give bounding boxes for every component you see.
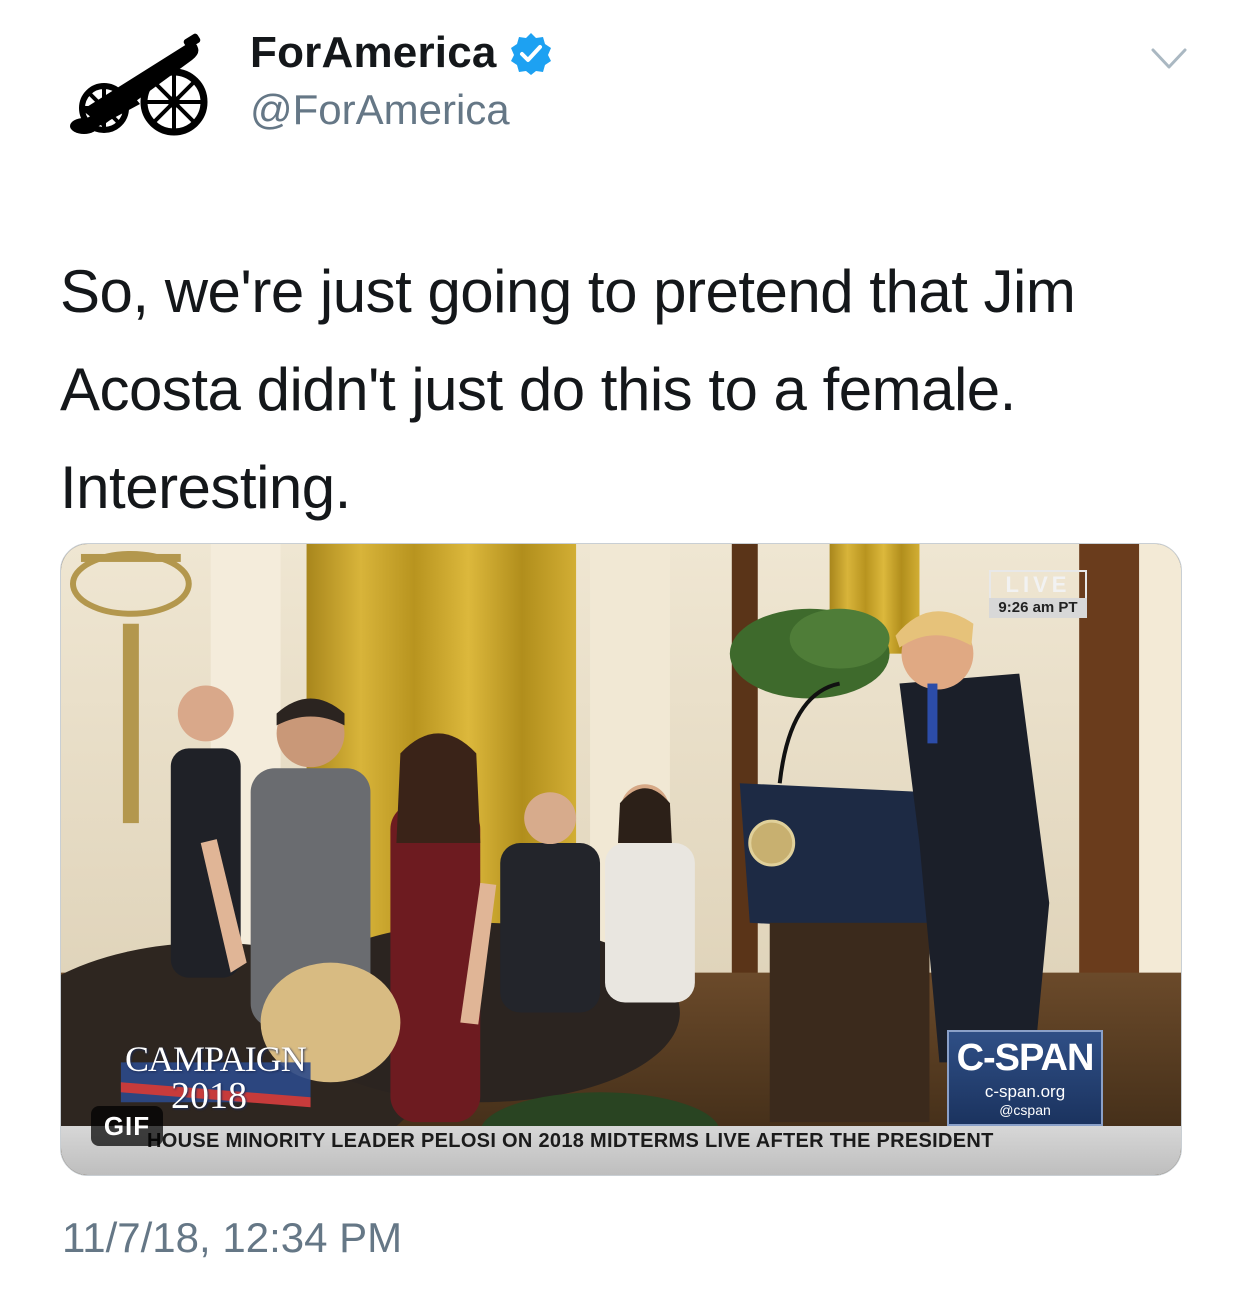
- tweet-media-gif[interactable]: LIVE 9:26 am PT CAMPAIGN 2018 C-SPAN c-s…: [60, 543, 1182, 1176]
- cspan-logo: C-SPAN c-span.org @cspan: [947, 1030, 1103, 1126]
- tweet-text-line: So, we're just going to pretend that Jim: [60, 258, 1076, 325]
- tweet-text: So, we're just going to pretend that Jim…: [60, 243, 1170, 537]
- tweet-timestamp[interactable]: 11/7/18, 12:34 PM: [62, 1214, 402, 1262]
- ticker-text: HOUSE MINORITY LEADER PELOSI ON 2018 MID…: [147, 1130, 994, 1152]
- cspan-url: c-span.org: [984, 1082, 1066, 1101]
- chevron-down-icon[interactable]: [1150, 46, 1188, 72]
- campaign-year: 2018: [171, 1075, 247, 1117]
- author-handle[interactable]: @ForAmerica: [250, 86, 510, 134]
- avatar[interactable]: [62, 30, 212, 148]
- author-name-row[interactable]: ForAmerica: [250, 28, 553, 78]
- live-indicator: LIVE 9:26 am PT: [989, 570, 1087, 618]
- live-label: LIVE: [989, 570, 1087, 598]
- tweet-text-line: Acosta didn't just do this to a female.: [60, 356, 1016, 423]
- tweet-text-line: Interesting.: [60, 454, 351, 521]
- live-time: 9:26 am PT: [989, 598, 1087, 618]
- cspan-handle: @cspan: [999, 1102, 1051, 1118]
- cannon-icon: [70, 33, 208, 136]
- gif-badge: GIF: [91, 1106, 163, 1146]
- cspan-name: C-SPAN: [956, 1037, 1095, 1079]
- verified-badge-icon: [510, 33, 551, 75]
- news-ticker: HOUSE MINORITY LEADER PELOSI ON 2018 MID…: [61, 1126, 1181, 1175]
- display-name[interactable]: ForAmerica: [250, 28, 497, 78]
